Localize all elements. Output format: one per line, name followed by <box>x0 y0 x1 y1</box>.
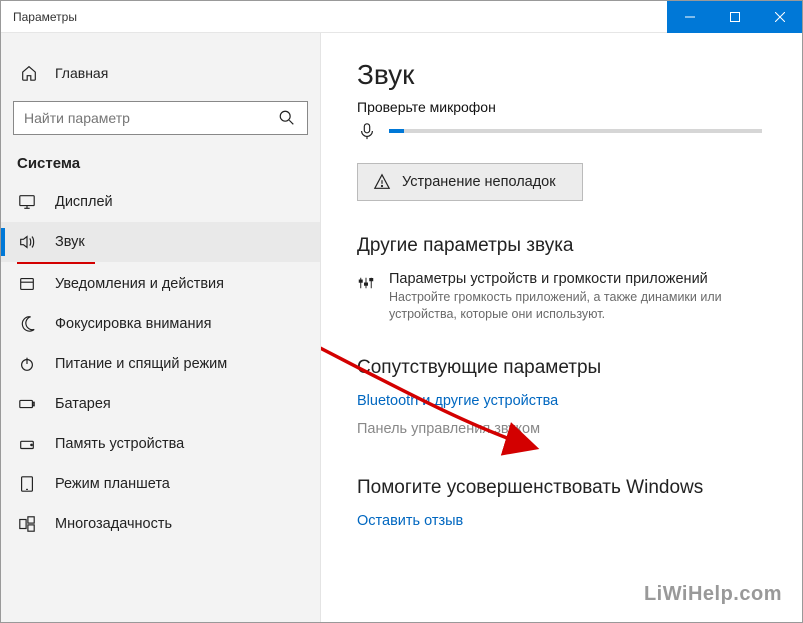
category-header: Система <box>1 151 320 182</box>
sidebar-item-label: Питание и спящий режим <box>55 356 227 372</box>
mic-test-label: Проверьте микрофон <box>357 99 762 115</box>
warning-icon <box>372 172 392 192</box>
mixer-icon <box>357 273 375 293</box>
tablet-icon <box>17 474 37 494</box>
option-title: Параметры устройств и громкости приложен… <box>389 271 762 287</box>
sidebar-item-label: Звук <box>55 234 85 250</box>
sidebar-item-label: Дисплей <box>55 194 113 210</box>
link-sound-panel[interactable]: Панель управления звуком <box>357 421 762 437</box>
troubleshoot-label: Устранение неполадок <box>402 174 556 190</box>
home-label: Главная <box>55 65 108 81</box>
link-bluetooth[interactable]: Bluetooth и другие устройства <box>357 393 762 409</box>
sidebar-item-label: Многозадачность <box>55 516 172 532</box>
mic-level-fill <box>389 129 404 133</box>
notification-icon <box>17 274 37 294</box>
sidebar-item-storage[interactable]: Память устройства <box>1 424 320 464</box>
watermark: LiWiHelp.com <box>644 583 782 606</box>
sidebar-item-label: Батарея <box>55 396 111 412</box>
minimize-button[interactable] <box>667 1 712 33</box>
drive-icon <box>17 434 37 454</box>
battery-icon <box>17 394 37 414</box>
mic-level-bar <box>389 129 762 133</box>
sidebar-item-focus[interactable]: Фокусировка внимания <box>1 304 320 344</box>
sidebar-item-multitask[interactable]: Многозадачность <box>1 504 320 544</box>
link-feedback[interactable]: Оставить отзыв <box>357 513 762 529</box>
sidebar-item-label: Уведомления и действия <box>55 276 224 292</box>
sidebar-item-display[interactable]: Дисплей <box>1 182 320 222</box>
sidebar-item-label: Режим планшета <box>55 476 170 492</box>
search-box[interactable] <box>13 101 308 135</box>
troubleshoot-button[interactable]: Устранение неполадок <box>357 163 583 201</box>
window-title: Параметры <box>1 10 667 24</box>
section-improve: Помогите усовершенствовать Windows <box>357 477 762 499</box>
sidebar-item-sound[interactable]: Звук <box>1 222 320 262</box>
option-desc: Настройте громкость приложений, а также … <box>389 289 762 323</box>
search-input[interactable] <box>24 110 277 126</box>
power-icon <box>17 354 37 374</box>
monitor-icon <box>17 192 37 212</box>
microphone-icon <box>357 121 377 141</box>
home-nav[interactable]: Главная <box>1 55 320 91</box>
close-button[interactable] <box>757 1 802 33</box>
sidebar-item-battery[interactable]: Батарея <box>1 384 320 424</box>
multitask-icon <box>17 514 37 534</box>
sidebar-item-notifications[interactable]: Уведомления и действия <box>1 264 320 304</box>
sidebar: Главная Система Дисплей Звук <box>1 33 321 622</box>
app-volume-option[interactable]: Параметры устройств и громкости приложен… <box>357 271 762 323</box>
settings-window: Параметры Главная <box>0 0 803 623</box>
home-icon <box>19 63 39 83</box>
page-title: Звук <box>357 59 762 91</box>
main-content: Звук Проверьте микрофон Устранение непол… <box>321 33 802 622</box>
section-related: Сопутствующие параметры <box>357 357 762 379</box>
sidebar-item-tablet[interactable]: Режим планшета <box>1 464 320 504</box>
mic-level-row <box>357 121 762 141</box>
search-icon <box>277 108 297 128</box>
moon-icon <box>17 314 37 334</box>
sidebar-item-label: Фокусировка внимания <box>55 316 211 332</box>
titlebar: Параметры <box>1 1 802 33</box>
sidebar-item-label: Память устройства <box>55 436 184 452</box>
section-other-sound: Другие параметры звука <box>357 235 762 257</box>
maximize-button[interactable] <box>712 1 757 33</box>
sidebar-item-power[interactable]: Питание и спящий режим <box>1 344 320 384</box>
speaker-icon <box>17 232 37 252</box>
